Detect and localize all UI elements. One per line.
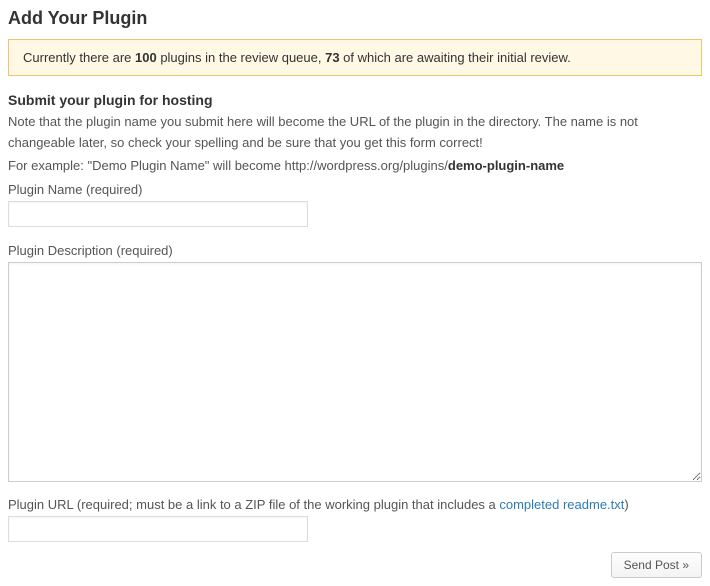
plugin-name-input[interactable]	[8, 201, 308, 227]
queue-count: 100	[135, 50, 157, 65]
notice-text-mid: plugins in the review queue,	[157, 50, 325, 65]
plugin-description-textarea[interactable]	[8, 262, 702, 482]
notice-text-suffix: of which are awaiting their initial revi…	[340, 50, 571, 65]
plugin-name-label: Plugin Name (required)	[8, 182, 702, 197]
plugin-url-input[interactable]	[8, 516, 308, 542]
plugin-description-label: Plugin Description (required)	[8, 243, 702, 258]
note-line-1: Note that the plugin name you submit her…	[8, 112, 702, 154]
awaiting-count: 73	[325, 50, 339, 65]
note-line-2: For example: "Demo Plugin Name" will bec…	[8, 156, 702, 177]
page-title: Add Your Plugin	[8, 8, 702, 29]
plugin-url-label-suffix: )	[624, 497, 628, 512]
example-slug: demo-plugin-name	[448, 158, 564, 173]
plugin-url-label: Plugin URL (required; must be a link to …	[8, 497, 702, 512]
plugin-url-label-prefix: Plugin URL (required; must be a link to …	[8, 497, 499, 512]
readme-link[interactable]: completed readme.txt	[499, 497, 624, 512]
section-heading: Submit your plugin for hosting	[8, 92, 702, 108]
send-post-button[interactable]: Send Post »	[611, 552, 702, 578]
queue-notice: Currently there are 100 plugins in the r…	[8, 39, 702, 76]
notice-text-prefix: Currently there are	[23, 50, 135, 65]
example-prefix: For example: "Demo Plugin Name" will bec…	[8, 158, 448, 173]
